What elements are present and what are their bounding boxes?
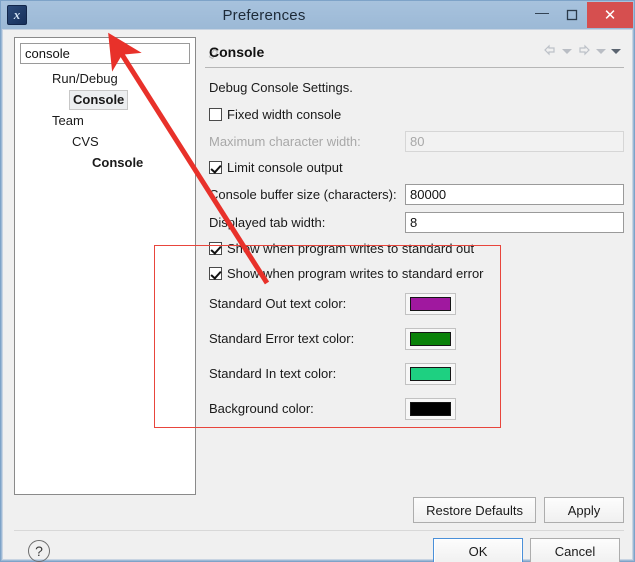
page-button-bar: Restore Defaults Apply — [205, 495, 624, 525]
standard-out-color-swatch-button[interactable] — [405, 292, 456, 315]
tree-item-label: CVS — [72, 134, 99, 149]
apply-button[interactable]: Apply — [544, 497, 624, 523]
tree-item-label: Run/Debug — [52, 71, 118, 86]
filter-search-box[interactable] — [20, 43, 218, 64]
tree-item-console-4[interactable]: Console — [21, 152, 193, 173]
tree-item-label: Team — [52, 113, 84, 128]
page-title: Console — [209, 44, 265, 60]
show-standard-out-label: Show when program writes to standard out — [227, 240, 475, 256]
maximum-character-width-label: Maximum character width: — [209, 133, 361, 149]
console-buffer-size-row: Console buffer size (characters): 80000 — [209, 181, 624, 207]
limit-console-output-row[interactable]: Limit console output — [209, 156, 624, 178]
show-standard-error-label: Show when program writes to standard err… — [227, 265, 484, 281]
page-header: Console — [205, 37, 624, 68]
standard-in-color-swatch-button[interactable] — [405, 362, 456, 385]
tree-item-console-1[interactable]: Console — [21, 89, 193, 110]
standard-error-color-swatch-button[interactable] — [405, 327, 456, 350]
back-arrow-icon-glyph — [544, 44, 555, 56]
ok-button[interactable]: OK — [433, 538, 523, 562]
preferences-dialog: x Preferences — ✕ console Run/Debug Cons… — [0, 0, 635, 562]
footer-separator — [14, 530, 624, 531]
standard-in-color-swatch-label: Standard In text color: — [209, 366, 337, 381]
window-title: Preferences — [222, 6, 306, 24]
standard-error-color-swatch-row: Standard Error text color: — [209, 322, 624, 355]
console-buffer-size-label: Console buffer size (characters): — [209, 186, 397, 202]
show-standard-out-checkbox[interactable] — [209, 241, 222, 255]
displayed-tab-width-input[interactable]: 8 — [405, 211, 624, 233]
standard-out-color-swatch-row: Standard Out text color: — [209, 287, 624, 320]
show-standard-error-checkbox[interactable] — [209, 266, 222, 280]
section-label: Debug Console Settings. — [209, 80, 353, 95]
fixed-width-console-label: Fixed width console — [227, 106, 342, 122]
preference-page: Console Debug Console Settings. Fixed wi… — [205, 37, 624, 495]
displayed-tab-width-row: Displayed tab width: 8 — [209, 209, 624, 235]
console-settings-form: Debug Console Settings. Fixed width cons… — [205, 68, 624, 425]
restore-defaults-button[interactable]: Restore Defaults — [413, 497, 536, 523]
background-color-swatch-button[interactable] — [405, 397, 456, 420]
dialog-body: Run/Debug Console Team CVS Console Console — [2, 29, 633, 562]
show-standard-out-row[interactable]: Show when program writes to standard out — [209, 237, 624, 259]
displayed-tab-width-label: Displayed tab width: — [209, 214, 326, 230]
standard-in-color-swatch — [410, 366, 451, 381]
tree-item-team-2[interactable]: Team — [21, 110, 193, 131]
back-menu-chevron-down-icon[interactable] — [562, 48, 572, 54]
tree-item-run-debug-0[interactable]: Run/Debug — [21, 68, 193, 89]
show-standard-error-row[interactable]: Show when program writes to standard err… — [209, 262, 624, 284]
maximum-character-width-input: 80 — [405, 130, 624, 152]
search-input[interactable] — [21, 45, 203, 62]
standard-error-color-swatch — [410, 331, 451, 346]
tree-item-cvs-3[interactable]: CVS — [21, 131, 193, 152]
standard-error-color-swatch-label: Standard Error text color: — [209, 331, 355, 346]
window-controls: — ✕ — [527, 1, 634, 29]
eclipse-icon: x — [7, 5, 27, 25]
tree-item-label: Console — [92, 155, 144, 170]
cancel-button[interactable]: Cancel — [530, 538, 620, 562]
console-buffer-size-input[interactable]: 80000 — [405, 183, 624, 205]
dialog-footer: ? OK Cancel — [14, 535, 624, 562]
preferences-tree-panel: Run/Debug Console Team CVS Console — [14, 37, 218, 495]
fixed-width-console-row[interactable]: Fixed width console — [209, 103, 624, 125]
standard-out-color-swatch-label: Standard Out text color: — [209, 296, 347, 311]
background-color-swatch — [410, 401, 451, 416]
close-button[interactable]: ✕ — [587, 2, 633, 28]
standard-out-color-swatch — [410, 296, 451, 311]
maximum-character-width-row: Maximum character width: 80 — [209, 128, 624, 154]
color-settings-list: Standard Out text color: Standard Error t… — [209, 287, 624, 425]
limit-console-output-label: Limit console output — [227, 159, 343, 175]
help-icon[interactable]: ? — [28, 540, 50, 562]
eclipse-icon-glyph: x — [13, 7, 21, 22]
page-nav-tools — [542, 43, 622, 59]
tree-item-label: Console — [69, 90, 129, 110]
forward-arrow-icon[interactable] — [576, 43, 592, 59]
title-bar: x Preferences — ✕ — [1, 1, 634, 29]
forward-menu-chevron-down-icon[interactable] — [596, 48, 606, 54]
background-color-swatch-row: Background color: — [209, 392, 624, 425]
back-arrow-icon[interactable] — [542, 43, 558, 59]
dialog-action-buttons: OK Cancel — [433, 538, 624, 562]
fixed-width-console-checkbox[interactable] — [209, 107, 222, 121]
maximize-button[interactable] — [557, 2, 587, 28]
forward-arrow-icon-glyph — [579, 44, 590, 56]
background-color-swatch-label: Background color: — [209, 401, 314, 416]
standard-in-color-swatch-row: Standard In text color: — [209, 357, 624, 390]
minimize-button[interactable]: — — [527, 2, 557, 28]
view-menu-chevron-down-icon[interactable] — [611, 48, 621, 54]
maximize-icon — [566, 9, 578, 21]
preferences-tree[interactable]: Run/Debug Console Team CVS Console — [21, 68, 193, 173]
limit-console-output-checkbox[interactable] — [209, 160, 222, 174]
